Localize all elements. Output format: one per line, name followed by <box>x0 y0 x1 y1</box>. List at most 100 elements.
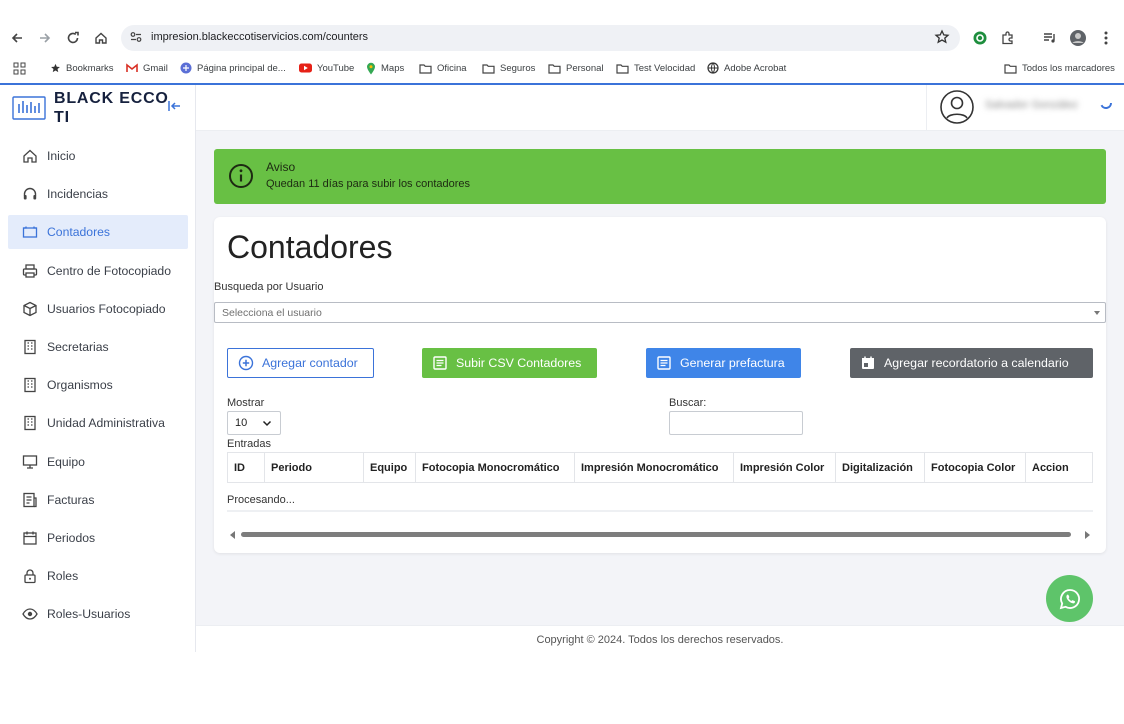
bookmark-item[interactable]: Bookmarks <box>50 60 114 76</box>
building-icon <box>21 338 39 356</box>
app-header: Salvador González <box>196 85 1124 131</box>
reload-icon[interactable] <box>62 27 84 49</box>
bookmark-folder[interactable]: Personal <box>548 60 604 76</box>
table-search-input[interactable] <box>669 411 803 435</box>
sidebar-item-periodos[interactable]: Periodos <box>8 521 188 555</box>
collapse-sidebar-icon[interactable] <box>167 99 181 113</box>
sidebar-item-roles[interactable]: Roles <box>8 559 188 593</box>
globe-icon <box>707 62 719 74</box>
eye-icon <box>21 605 39 623</box>
sidebar-item-facturas[interactable]: Facturas <box>8 483 188 517</box>
user-name[interactable]: Salvador González <box>985 99 1078 111</box>
sidebar-item-unidad-administrativa[interactable]: Unidad Administrativa <box>8 406 188 440</box>
sidebar-item-label: Usuarios Fotocopiado <box>47 301 166 316</box>
sidebar-item-label: Facturas <box>47 492 95 507</box>
scroll-right-arrow-icon[interactable] <box>1085 531 1090 539</box>
brand-logo-icon <box>12 96 46 120</box>
extensions-puzzle-icon[interactable] <box>998 28 1018 48</box>
sidebar-item-label: Inicio <box>47 149 76 163</box>
lock-icon <box>21 567 39 585</box>
address-bar[interactable]: impresion.blackeccotiservicios.com/count… <box>121 25 960 51</box>
user-search-label: Busqueda por Usuario <box>214 281 324 293</box>
add-calendar-reminder-label: Agregar recordatorio a calendario <box>884 356 1069 370</box>
monitor-icon <box>21 453 39 471</box>
sidebar-item-roles-usuarios[interactable]: Roles-Usuarios <box>8 597 188 631</box>
brand: BLACK ECCO TI <box>12 87 192 129</box>
folder-icon <box>616 63 629 74</box>
alert-title: Aviso <box>266 160 296 174</box>
user-avatar-icon[interactable] <box>939 89 975 125</box>
forward-arrow-icon[interactable] <box>34 27 56 49</box>
horizontal-scrollbar[interactable] <box>227 528 1093 542</box>
user-menu[interactable]: Salvador González <box>926 85 1124 131</box>
sidebar-item-label: Periodos <box>47 530 96 545</box>
sidebar-item-label: Unidad Administrativa <box>47 416 165 431</box>
scrollbar-thumb[interactable] <box>241 532 1071 537</box>
add-counter-label: Agregar contador <box>262 356 358 370</box>
counters-card: Contadores Busqueda por Usuario Seleccio… <box>214 217 1106 553</box>
url-text[interactable]: impresion.blackeccotiservicios.com/count… <box>151 31 368 43</box>
column-header[interactable]: Fotocopia Monocromático <box>415 453 574 482</box>
building-icon <box>21 376 39 394</box>
sidebar-item-label: Incidencias <box>47 187 108 202</box>
column-header[interactable]: Periodo <box>264 453 363 482</box>
sidebar-item-secretarias[interactable]: Secretarias <box>8 330 188 364</box>
sidebar-item-label: Contadores <box>47 225 111 240</box>
add-counter-button[interactable]: Agregar contador <box>227 348 374 378</box>
sidebar-item-inicio[interactable]: Inicio <box>8 139 188 173</box>
bookmark-item[interactable]: Maps <box>366 60 404 76</box>
info-circle-icon <box>229 164 253 188</box>
column-header[interactable]: Digitalización <box>835 453 924 482</box>
bookmark-folder[interactable]: Seguros <box>482 60 535 76</box>
bookmark-folder[interactable]: Test Velocidad <box>616 60 695 76</box>
column-header[interactable]: Accion <box>1025 453 1093 482</box>
media-queue-icon[interactable] <box>1040 28 1060 48</box>
bookmark-item[interactable]: Adobe Acrobat <box>707 60 786 76</box>
add-calendar-reminder-button[interactable]: Agregar recordatorio a calendario <box>850 348 1093 378</box>
all-bookmarks-folder[interactable]: Todos los marcadores <box>1004 60 1115 76</box>
dropdown-caret-icon <box>1094 311 1100 315</box>
column-header[interactable]: ID <box>227 453 264 482</box>
package-icon <box>21 300 39 318</box>
page-size-select[interactable]: 10 <box>227 411 281 435</box>
back-arrow-icon[interactable] <box>6 27 28 49</box>
user-select[interactable]: Selecciona el usuario <box>214 302 1106 323</box>
column-header[interactable]: Impresión Monocromático <box>574 453 733 482</box>
bookmark-star-icon[interactable] <box>934 29 950 50</box>
bookmark-item[interactable]: Gmail <box>126 60 168 76</box>
sidebar-item-contadores[interactable]: Contadores <box>8 215 188 250</box>
site-settings-icon[interactable] <box>129 30 143 49</box>
column-header[interactable]: Impresión Color <box>733 453 835 482</box>
table-search-label: Buscar: <box>669 397 707 409</box>
sidebar-item-incidencias[interactable]: Incidencias <box>8 177 188 211</box>
upload-csv-label: Subir CSV Contadores <box>456 356 582 370</box>
scroll-left-arrow-icon[interactable] <box>230 531 235 539</box>
sidebar-item-label: Centro de Fotocopiado <box>47 263 171 278</box>
sidebar-item-centro-fotocopiado[interactable]: Centro de Fotocopiado <box>8 254 188 288</box>
sidebar-item-equipo[interactable]: Equipo <box>8 445 188 479</box>
upload-csv-button[interactable]: Subir CSV Contadores <box>422 348 597 378</box>
column-header[interactable]: Fotocopia Color <box>924 453 1025 482</box>
entries-label: Entradas <box>227 438 272 450</box>
home-browser-icon[interactable] <box>90 27 112 49</box>
sidebar-item-label: Roles-Usuarios <box>47 607 131 622</box>
apps-grid-icon[interactable] <box>13 60 26 76</box>
browser-menu-icon[interactable] <box>1096 28 1116 48</box>
page-title: Contadores <box>227 229 393 265</box>
processing-indicator: Procesando... <box>227 494 1093 512</box>
bookmark-item[interactable]: Página principal de... <box>180 60 286 76</box>
bookmark-item[interactable]: YouTube <box>299 60 354 76</box>
generate-prefactura-button[interactable]: Generar prefactura <box>646 348 801 378</box>
browser-chrome: impresion.blackeccotiservicios.com/count… <box>0 20 1124 83</box>
sidebar-item-usuarios-fotocopiado[interactable]: Usuarios Fotocopiado <box>8 292 188 326</box>
bookmark-folder[interactable]: Oficina <box>419 60 467 76</box>
column-header[interactable]: Equipo <box>363 453 415 482</box>
calendar-event-icon <box>862 356 874 369</box>
folder-icon <box>482 63 495 74</box>
extension-green-icon[interactable] <box>970 28 990 48</box>
sidebar-item-organismos[interactable]: Organismos <box>8 368 188 402</box>
whatsapp-button[interactable] <box>1046 575 1093 622</box>
document-list-icon <box>433 356 447 370</box>
sidebar-menu: Inicio Incidencias Contadores Centro de … <box>8 139 188 635</box>
profile-avatar-icon[interactable] <box>1068 28 1088 48</box>
